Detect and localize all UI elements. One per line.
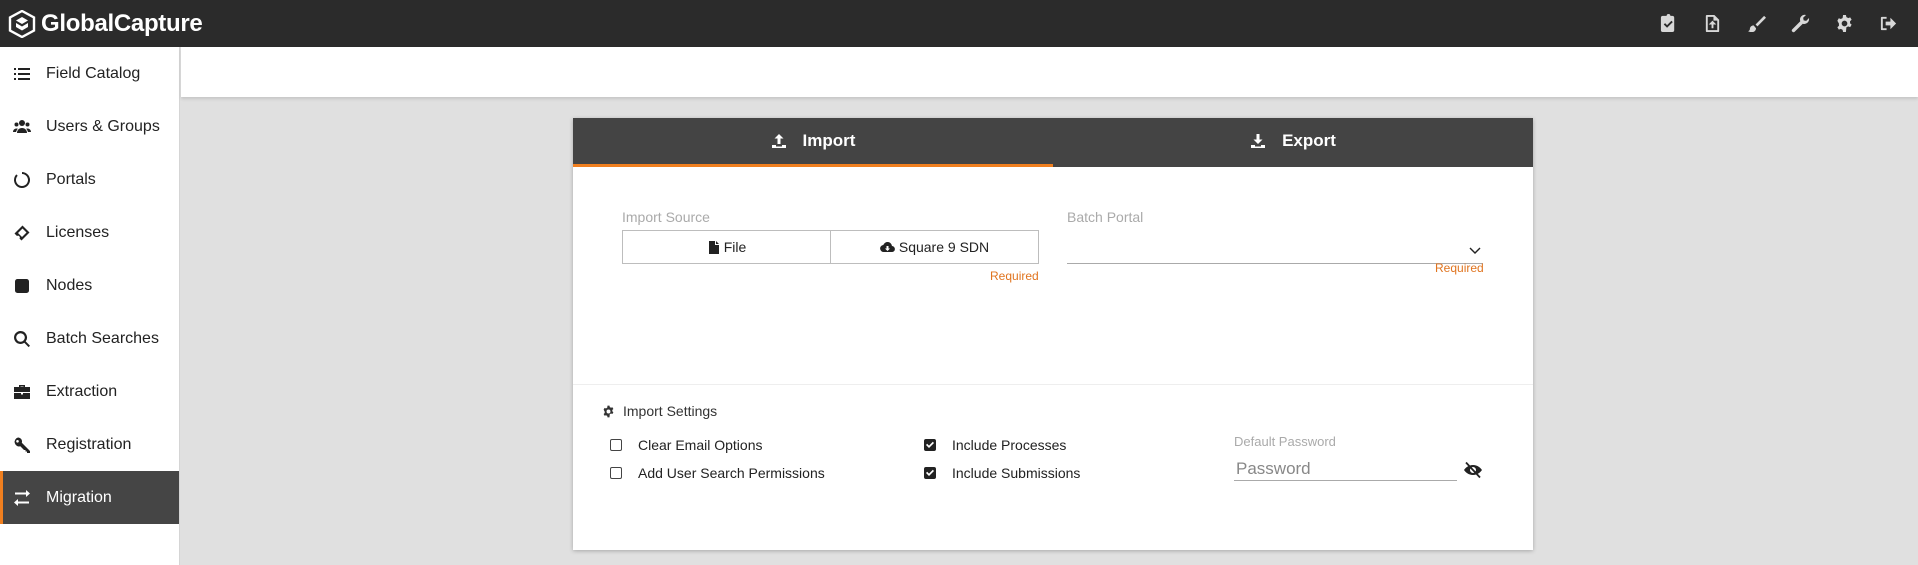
migration-panel: Import Export Import Source File Square …: [573, 118, 1533, 550]
sidebar-item-label: Nodes: [46, 276, 93, 294]
import-form: Import Source File Square 9 SDN Required…: [573, 167, 1533, 385]
search-icon: [12, 329, 32, 349]
checkbox-box[interactable]: [610, 439, 622, 451]
exchange-icon: [12, 488, 32, 508]
default-password-field[interactable]: [1234, 457, 1457, 481]
batch-portal-select[interactable]: [1067, 240, 1483, 264]
gear-icon[interactable]: [1822, 0, 1866, 47]
clipboard-check-icon[interactable]: [1646, 0, 1690, 47]
sign-out-icon[interactable]: [1866, 0, 1910, 47]
tab-export[interactable]: Export: [1053, 118, 1533, 167]
chevron-down-icon: [1469, 247, 1481, 254]
users-icon: [12, 117, 32, 137]
wrench-icon[interactable]: [1778, 0, 1822, 47]
square9-sdn-button[interactable]: Square 9 SDN: [831, 230, 1039, 264]
import-source-group: File Square 9 SDN: [622, 230, 1039, 264]
download-icon: [1251, 134, 1266, 148]
sidebar-item-batch-searches[interactable]: Batch Searches: [0, 312, 179, 365]
sidebar-item-label: Registration: [46, 435, 132, 453]
sidebar-item-field-catalog[interactable]: Field Catalog: [0, 47, 179, 100]
sidebar-item-label: Extraction: [46, 382, 118, 400]
sidebar-item-extraction[interactable]: Extraction: [0, 365, 179, 418]
import-source-label: Import Source: [622, 209, 710, 225]
sidebar-item-registration[interactable]: Registration: [0, 418, 179, 471]
tab-import-label: Import: [802, 131, 856, 150]
tab-import[interactable]: Import: [573, 118, 1053, 167]
sidebar-item-label: Users & Groups: [46, 117, 160, 135]
sidebar-item-label: Migration: [46, 488, 112, 506]
portal-ring-icon: [12, 170, 32, 190]
brush-icon[interactable]: [1734, 0, 1778, 47]
sidebar-item-licenses[interactable]: Licenses: [0, 206, 179, 259]
import-settings-label: Import Settings: [623, 403, 718, 419]
key-icon: [12, 435, 32, 455]
check-icon: [926, 441, 934, 448]
batch-portal-label: Batch Portal: [1067, 209, 1144, 225]
include-submissions-checkbox[interactable]: Include Submissions: [924, 465, 1080, 481]
sidebar: Field Catalog Users & Groups Portals Lic…: [0, 47, 180, 565]
gear-icon: [603, 405, 614, 417]
checkbox-box[interactable]: [924, 439, 936, 451]
add-user-search-label: Add User Search Permissions: [638, 465, 825, 481]
app-name: GlobalCapture: [41, 9, 203, 37]
eye-slash-icon[interactable]: [1463, 461, 1483, 479]
briefcase-icon: [12, 382, 32, 402]
file-button-label: File: [723, 239, 747, 255]
logo-icon: [8, 9, 36, 38]
tab-export-label: Export: [1282, 131, 1336, 150]
upload-icon: [771, 134, 786, 148]
ticket-icon: [12, 223, 32, 243]
sidebar-item-label: Field Catalog: [46, 64, 141, 82]
import-settings-title: Import Settings: [602, 403, 717, 419]
square-icon: [12, 276, 32, 296]
import-settings: Import Settings Clear Email Options Add …: [573, 385, 1533, 549]
clear-email-checkbox[interactable]: Clear Email Options: [610, 437, 763, 453]
migration-tabs: Import Export: [573, 118, 1533, 167]
checkbox-box[interactable]: [610, 467, 622, 479]
file-upload-icon[interactable]: [1690, 0, 1734, 47]
sidebar-item-label: Batch Searches: [46, 329, 159, 347]
clear-email-label: Clear Email Options: [638, 437, 763, 453]
app-logo[interactable]: GlobalCapture: [8, 9, 203, 38]
include-processes-checkbox[interactable]: Include Processes: [924, 437, 1066, 453]
batch-portal-required: Required: [1435, 261, 1484, 275]
square9-sdn-label: Square 9 SDN: [898, 239, 990, 255]
sidebar-item-portals[interactable]: Portals: [0, 153, 179, 206]
include-processes-label: Include Processes: [952, 437, 1067, 453]
default-password-label: Default Password: [1234, 434, 1336, 449]
page-header-strip: [181, 47, 1918, 97]
include-submissions-label: Include Submissions: [952, 465, 1081, 481]
sidebar-item-label: Portals: [46, 170, 96, 188]
sidebar-item-migration[interactable]: Migration: [0, 471, 179, 524]
sidebar-item-nodes[interactable]: Nodes: [0, 259, 179, 312]
list-icon: [12, 64, 32, 84]
import-source-required: Required: [990, 269, 1039, 283]
sidebar-item-users-groups[interactable]: Users & Groups: [0, 100, 179, 153]
file-icon: [708, 240, 719, 254]
check-icon: [926, 469, 934, 476]
sidebar-item-label: Licenses: [46, 223, 110, 241]
cloud-download-icon: [879, 241, 895, 252]
file-button[interactable]: File: [622, 230, 831, 264]
add-user-search-checkbox[interactable]: Add User Search Permissions: [610, 465, 825, 481]
top-bar: GlobalCapture: [0, 0, 1918, 47]
checkbox-box[interactable]: [924, 467, 936, 479]
